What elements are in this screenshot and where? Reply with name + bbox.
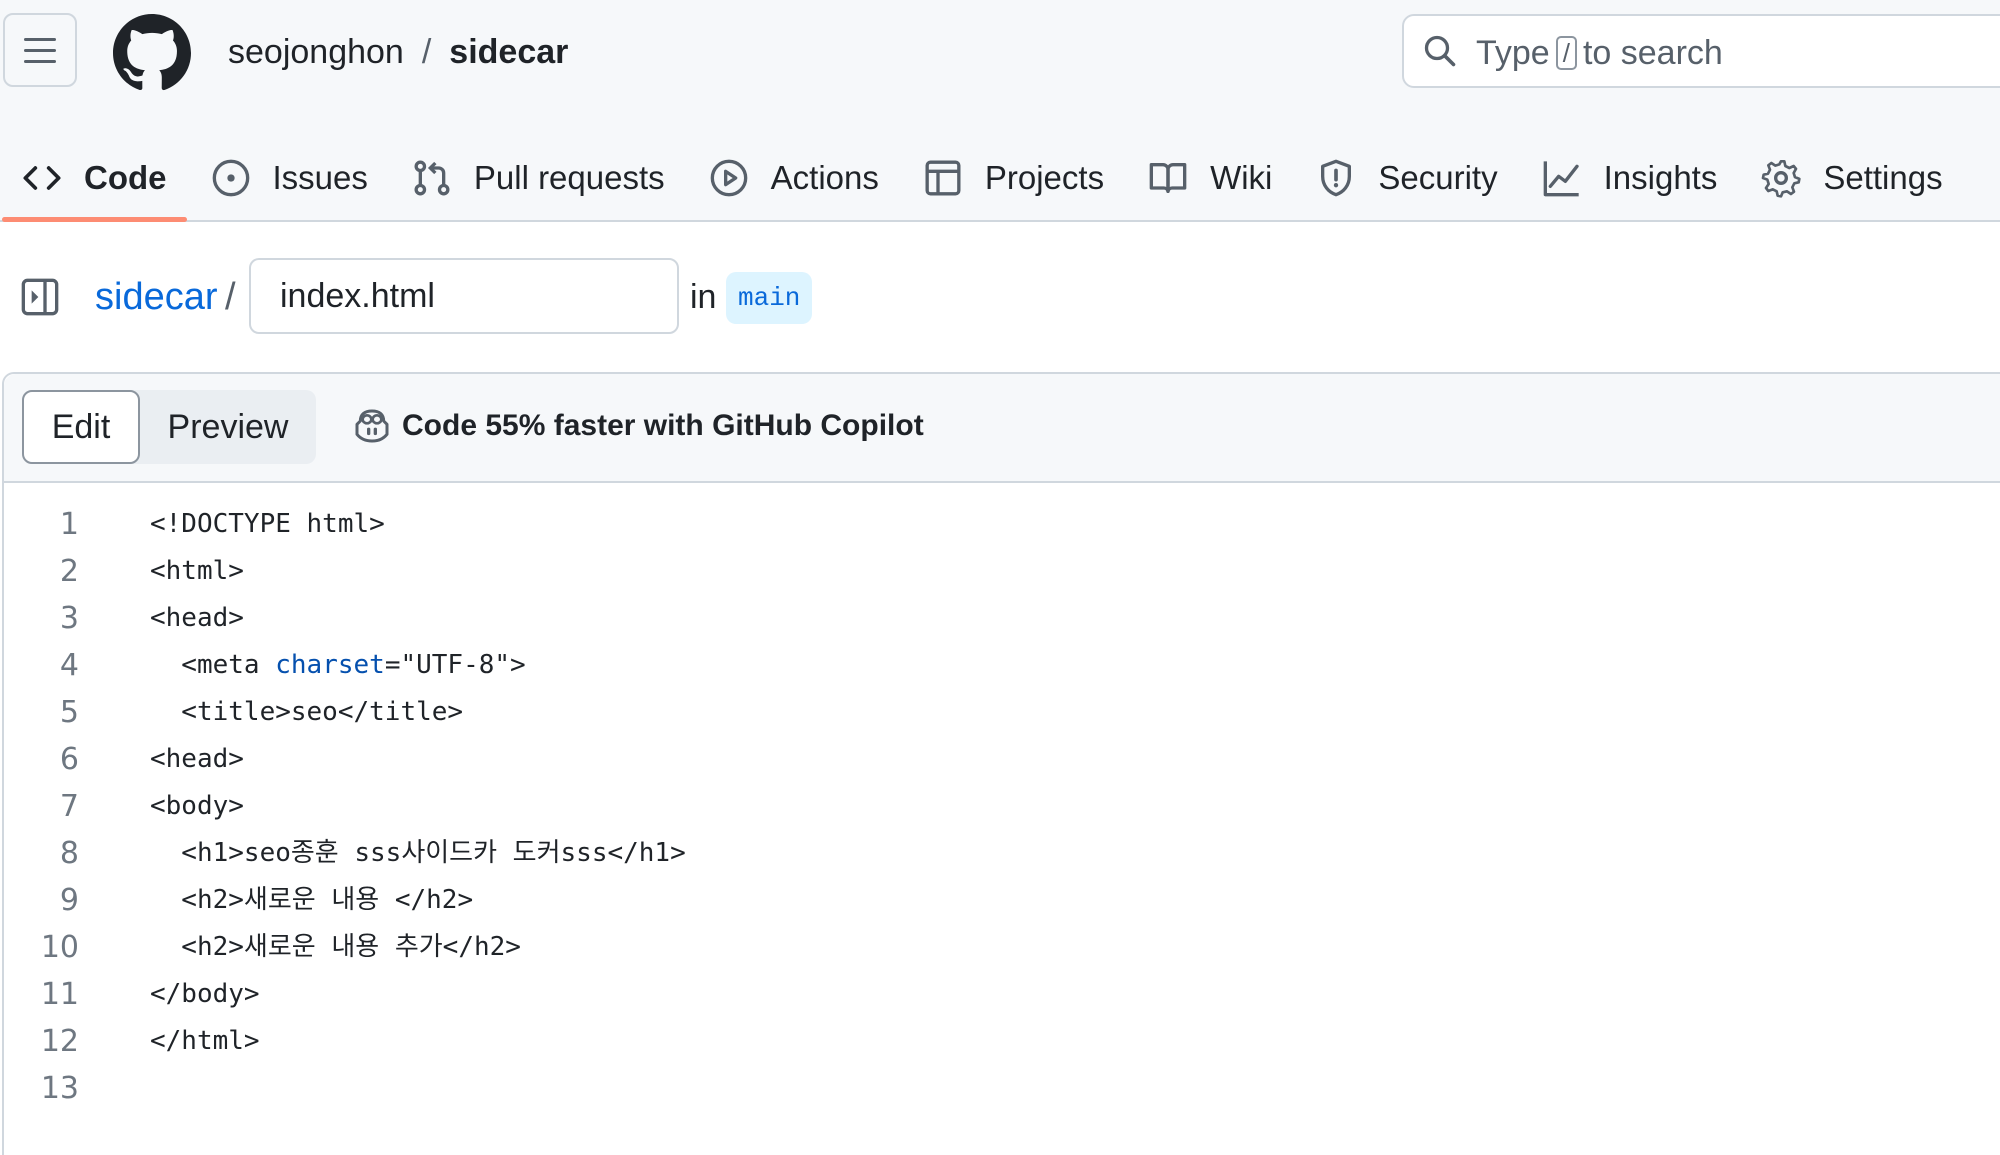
line-number: 13 — [40, 1071, 79, 1106]
menu-bar — [24, 59, 56, 63]
line-number: 11 — [40, 977, 79, 1012]
line-content[interactable]: <head> — [150, 595, 244, 642]
tab-projects[interactable]: Projects — [901, 138, 1126, 218]
code-line: 4 <meta charset="UTF-8"> — [4, 642, 2000, 689]
graph-icon — [1543, 161, 1579, 197]
menu-button[interactable] — [3, 13, 77, 87]
editor-toolbar: Edit Preview Code 55% faster with GitHub… — [4, 374, 2000, 483]
search-placeholder: Type / to search — [1476, 34, 1723, 72]
line-content[interactable]: <h2>새로운 내용 </h2> — [150, 877, 473, 924]
copilot-promo-text: Code 55% faster with GitHub Copilot — [402, 409, 924, 442]
search-icon — [1424, 35, 1456, 67]
tab-settings[interactable]: Settings — [1739, 138, 1964, 218]
repo-nav-tabs: Code Issues Pull requests Actions Projec… — [0, 138, 1965, 222]
play-icon — [710, 159, 747, 197]
line-number: 4 — [59, 648, 79, 683]
tab-security[interactable]: Security — [1294, 138, 1519, 218]
issue-opened-icon — [212, 159, 249, 197]
menu-bar — [24, 37, 56, 41]
line-number: 10 — [40, 930, 79, 965]
tab-code[interactable]: Code — [0, 138, 189, 222]
line-number: 1 — [59, 507, 79, 542]
line-number: 6 — [59, 742, 79, 777]
line-number: 5 — [59, 695, 79, 730]
edit-tab-button[interactable]: Edit — [22, 390, 140, 464]
line-content[interactable]: <!DOCTYPE html> — [150, 501, 385, 548]
tab-label: Pull requests — [473, 159, 665, 196]
repo-breadcrumb: seojonghon / sidecar — [228, 32, 568, 72]
code-line: 12 </html> — [4, 1018, 2000, 1065]
table-icon — [925, 160, 961, 196]
branch-in-label: in — [690, 278, 717, 316]
tab-label: Code — [84, 159, 167, 196]
book-icon — [1149, 163, 1187, 193]
edit-preview-toggle: Edit Preview — [22, 390, 316, 464]
code-line: 8 <h1>seo종훈 sss사이드카 도커sss</h1> — [4, 830, 2000, 877]
preview-tab-button[interactable]: Preview — [140, 390, 316, 464]
line-content[interactable]: <h1>seo종훈 sss사이드카 도커sss</h1> — [150, 830, 685, 877]
repo-name-link[interactable]: sidecar — [449, 33, 568, 71]
code-area[interactable]: 1 <!DOCTYPE html> 2 <html> 3 <head> 4 <meta… — [4, 501, 2000, 1112]
tab-insights[interactable]: Insights — [1520, 138, 1740, 218]
code-line: 2 <html> — [4, 548, 2000, 595]
path-repo-link[interactable]: sidecar — [95, 275, 218, 319]
line-number: 12 — [40, 1024, 79, 1059]
search-input[interactable]: Type / to search — [1402, 14, 2000, 88]
code-editor: Edit Preview Code 55% faster with GitHub… — [2, 372, 2000, 1155]
copilot-icon — [355, 409, 389, 443]
line-content[interactable]: <title>seo</title> — [150, 689, 463, 736]
line-content[interactable]: <html> — [150, 548, 244, 595]
sidebar-expand-icon[interactable] — [20, 277, 60, 317]
github-logo-icon[interactable] — [113, 14, 191, 92]
repo-owner-link[interactable]: seojonghon — [228, 33, 404, 71]
line-content[interactable]: <meta charset="UTF-8"> — [150, 642, 525, 689]
tab-issues[interactable]: Issues — [189, 138, 390, 218]
tab-label: Settings — [1823, 159, 1943, 196]
gear-icon — [1762, 160, 1802, 198]
code-icon — [23, 166, 61, 190]
line-content[interactable]: <h2>새로운 내용 추가</h2> — [150, 924, 521, 971]
code-line: 11 </body> — [4, 971, 2000, 1018]
line-number: 2 — [59, 554, 79, 589]
tab-label: Actions — [770, 159, 879, 196]
line-number: 7 — [59, 789, 79, 824]
tab-label: Wiki — [1210, 159, 1273, 196]
tab-pull-requests[interactable]: Pull requests — [390, 138, 687, 218]
tab-label: Insights — [1603, 159, 1718, 196]
git-pull-request-icon — [414, 160, 450, 196]
tab-actions[interactable]: Actions — [687, 138, 901, 218]
code-line: 13 — [4, 1065, 2000, 1112]
tab-wiki[interactable]: Wiki — [1126, 138, 1294, 218]
path-separator: / — [225, 276, 236, 318]
search-placeholder-after: to search — [1582, 34, 1723, 72]
line-content[interactable]: </body> — [150, 971, 260, 1018]
code-line: 7 <body> — [4, 783, 2000, 830]
code-line: 6 <head> — [4, 736, 2000, 783]
branch-badge[interactable]: main — [726, 272, 813, 324]
code-line: 5 <title>seo</title> — [4, 689, 2000, 736]
code-line: 3 <head> — [4, 595, 2000, 642]
file-path-bar: sidecar / in main — [0, 255, 2000, 337]
search-placeholder-before: Type — [1476, 34, 1550, 72]
code-line: 9 <h2>새로운 내용 </h2> — [4, 877, 2000, 924]
tab-label: Projects — [984, 159, 1105, 196]
line-number: 9 — [59, 883, 79, 918]
shield-icon — [1321, 159, 1352, 197]
filename-input[interactable] — [249, 258, 679, 334]
line-number: 3 — [59, 601, 79, 636]
attribute-token: charset — [275, 650, 385, 680]
repo-header: seojonghon / sidecar Type / to search Code I… — [0, 0, 2000, 222]
line-number: 8 — [59, 836, 79, 871]
line-content[interactable]: <head> — [150, 736, 244, 783]
copilot-promo[interactable]: Code 55% faster with GitHub Copilot — [352, 406, 924, 446]
search-shortcut-key: / — [1555, 36, 1577, 70]
breadcrumb-separator: / — [421, 33, 432, 71]
line-content[interactable]: </html> — [150, 1018, 260, 1065]
menu-bar — [24, 48, 56, 52]
tab-label: Security — [1378, 159, 1498, 196]
code-line: 10 <h2>새로운 내용 추가</h2> — [4, 924, 2000, 971]
code-line: 1 <!DOCTYPE html> — [4, 501, 2000, 548]
tab-label: Issues — [272, 159, 368, 196]
line-content[interactable]: <body> — [150, 783, 244, 830]
